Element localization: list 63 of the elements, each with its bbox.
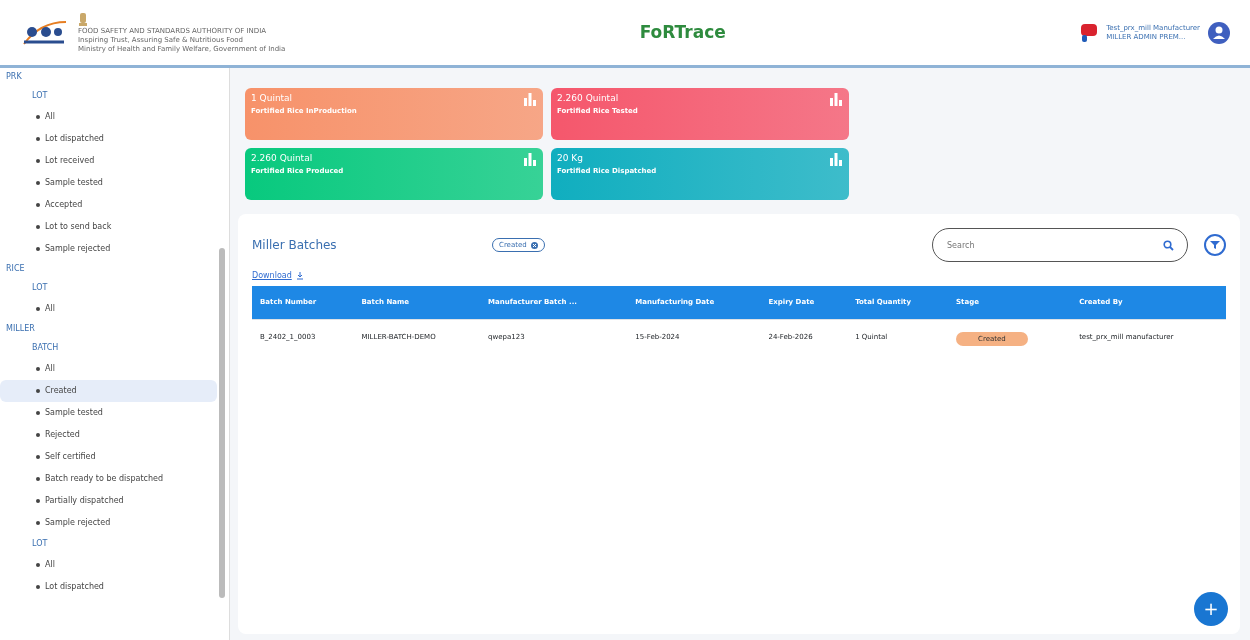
tree-group[interactable]: RICE xyxy=(0,260,229,278)
close-icon xyxy=(530,241,538,249)
bullet-icon xyxy=(36,411,40,415)
app-title: FoRTrace xyxy=(639,20,726,44)
search-icon xyxy=(1163,239,1174,251)
sidebar-item[interactable]: Partially dispatched xyxy=(45,495,124,507)
bullet-icon xyxy=(36,389,40,393)
tree-group[interactable]: MILLER xyxy=(0,320,229,338)
tree-subgroup[interactable]: LOT xyxy=(0,86,229,106)
sidebar-item[interactable]: All xyxy=(45,363,55,375)
stat-value: 1 Quintal xyxy=(251,92,294,105)
sidebar-item[interactable]: All xyxy=(45,559,55,571)
sidebar-item[interactable]: All xyxy=(45,303,55,315)
sidebar-item[interactable]: Lot to send back xyxy=(45,221,112,233)
sidebar-item[interactable]: Created xyxy=(45,385,77,397)
panel-title: Miller Batches xyxy=(252,237,338,254)
bar-chart-icon xyxy=(523,92,537,106)
sidebar-item[interactable]: Sample tested xyxy=(45,407,103,419)
bullet-icon xyxy=(36,499,40,503)
sidebar-item[interactable]: Lot received xyxy=(45,155,95,167)
stat-value: 2.260 Quintal xyxy=(557,92,620,105)
bullet-icon xyxy=(36,225,40,229)
search-field[interactable]: Search xyxy=(932,228,1188,262)
stat-value: 2.260 Quintal xyxy=(251,152,314,165)
download-link[interactable]: Download xyxy=(252,270,292,282)
bullet-icon xyxy=(36,181,40,185)
bullet-icon xyxy=(36,307,40,311)
sidebar-item[interactable]: Sample rejected xyxy=(45,517,111,529)
tree-subgroup[interactable]: BATCH xyxy=(0,338,229,358)
sidebar-item[interactable]: Sample tested xyxy=(45,177,103,189)
emblem-icon xyxy=(78,11,88,28)
sidebar-item[interactable]: Lot dispatched xyxy=(45,133,104,145)
bullet-icon xyxy=(36,159,40,163)
bullet-icon xyxy=(36,367,40,371)
sidebar-item[interactable]: Accepted xyxy=(45,199,83,211)
bar-chart-icon xyxy=(523,152,537,166)
bullet-icon xyxy=(36,563,40,567)
filter-button[interactable] xyxy=(1204,234,1226,256)
bullet-icon xyxy=(36,137,40,141)
bullet-icon xyxy=(36,433,40,437)
bar-chart-icon xyxy=(829,92,843,106)
download-icon xyxy=(295,272,304,280)
bullet-icon xyxy=(36,455,40,459)
tree-subgroup[interactable]: LOT xyxy=(0,534,229,554)
tree-group[interactable]: PRK xyxy=(0,68,229,86)
filter-icon xyxy=(1210,240,1220,250)
sidebar-item[interactable]: Batch ready to be dispatched xyxy=(45,473,163,485)
sidebar-item[interactable]: Self certified xyxy=(45,451,96,463)
bullet-icon xyxy=(36,115,40,119)
bullet-icon xyxy=(36,521,40,525)
sidebar-item[interactable]: Rejected xyxy=(45,429,80,441)
avatar-icon[interactable] xyxy=(1208,21,1230,44)
bullet-icon xyxy=(36,585,40,589)
sidebar-item[interactable]: All xyxy=(45,111,55,123)
sidebar-item[interactable]: Sample rejected xyxy=(45,243,111,255)
tree-subgroup[interactable]: LOT xyxy=(0,278,229,298)
bar-chart-icon xyxy=(829,152,843,166)
stat-value: 20 Kg xyxy=(557,152,584,165)
bullet-icon xyxy=(36,203,40,207)
sidebar-item[interactable]: Lot dispatched xyxy=(45,581,104,593)
bullet-icon xyxy=(36,247,40,251)
bullet-icon xyxy=(36,477,40,481)
prk-logo-icon xyxy=(1080,22,1099,43)
